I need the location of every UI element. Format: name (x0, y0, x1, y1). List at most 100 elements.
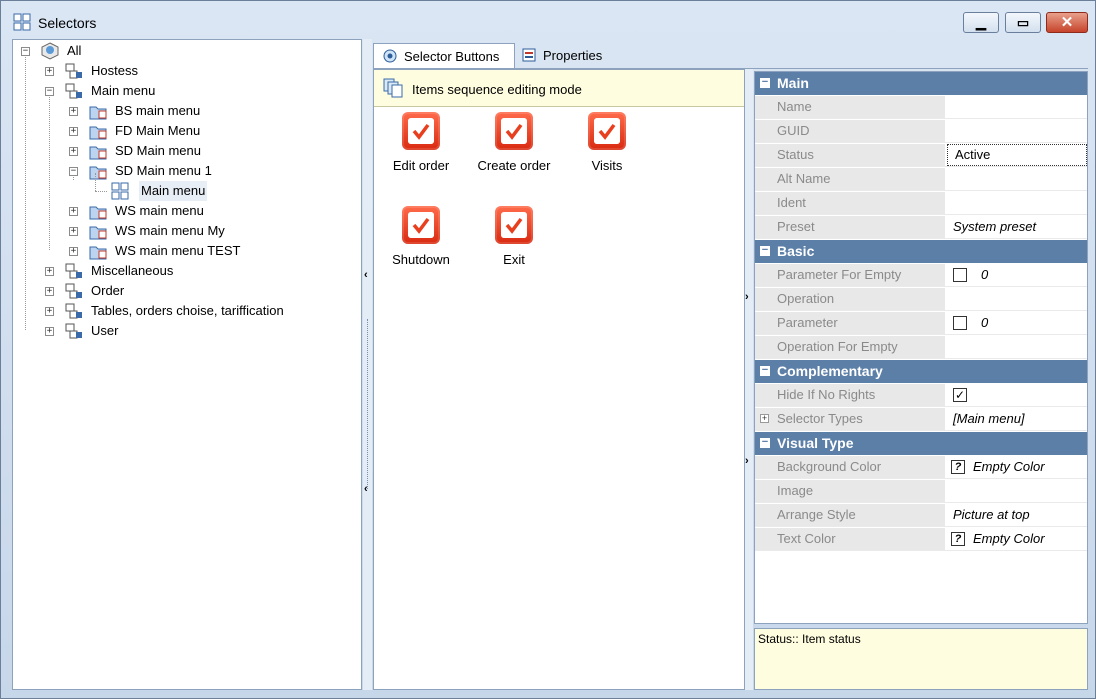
category-complementary[interactable]: − Complementary (755, 360, 1087, 383)
selector-button[interactable]: Edit order (376, 112, 466, 192)
expand-icon[interactable]: + (45, 67, 54, 76)
maximize-icon: ▭ (1016, 15, 1030, 30)
property-value[interactable]: System preset (947, 216, 1087, 238)
tree-item[interactable]: + Miscellaneous (13, 261, 353, 281)
property-value[interactable]: Active (947, 144, 1087, 166)
property-value-text (947, 99, 953, 114)
tree-item[interactable]: + WS main menu TEST (13, 241, 353, 261)
property-value[interactable] (947, 96, 1087, 118)
category-basic[interactable]: − Basic (755, 240, 1087, 263)
minimize-button[interactable]: ▁ (963, 12, 999, 33)
tree-item[interactable]: + User (13, 321, 353, 341)
property-row[interactable]: Arrange Style Picture at top (755, 504, 1087, 527)
selector-buttons-panel: Items sequence editing mode Edit order Cr… (373, 69, 745, 690)
collapse-icon[interactable]: − (760, 437, 770, 448)
tree-item[interactable]: − Main menu (13, 81, 353, 101)
tree-item[interactable]: + Order (13, 281, 353, 301)
property-row[interactable]: Preset System preset (755, 216, 1087, 239)
property-value[interactable] (947, 168, 1087, 190)
collapse-icon[interactable]: − (45, 87, 54, 96)
collapse-left-icon-2[interactable]: ‹ (364, 483, 368, 495)
tree-item[interactable]: − All (13, 41, 353, 61)
tree-item[interactable]: + Hostess (13, 61, 353, 81)
collapse-icon[interactable]: − (760, 365, 770, 376)
expand-icon[interactable]: + (69, 247, 78, 256)
property-row[interactable]: Selector Types + [Main menu] (755, 408, 1087, 431)
property-row[interactable]: Background Color? Empty Color (755, 456, 1087, 479)
selector-folder-icon (89, 202, 107, 220)
category-visual-type[interactable]: − Visual Type (755, 432, 1087, 455)
property-value[interactable]: ✓ (947, 384, 1087, 406)
tree-item[interactable]: + Tables, orders choise, tariffication (13, 301, 353, 321)
selector-button[interactable]: Exit (469, 206, 559, 286)
tree-item[interactable]: − SD Main menu 1 (13, 161, 353, 181)
expand-icon[interactable]: + (45, 267, 54, 276)
property-row[interactable]: Parameter 0 (755, 312, 1087, 335)
property-name: Ident (755, 192, 945, 214)
expand-icon[interactable]: + (69, 207, 78, 216)
collapse-left-icon[interactable]: ‹ (364, 269, 368, 281)
tree-item[interactable]: + SD Main menu (13, 141, 353, 161)
left-splitter[interactable]: ‹ ‹ (363, 39, 372, 690)
property-row[interactable]: Operation (755, 288, 1087, 311)
tab-selector-buttons[interactable]: Selector Buttons (373, 43, 515, 69)
expand-icon[interactable]: + (45, 287, 54, 296)
selector-button[interactable]: Visits (562, 112, 652, 192)
property-name: Background Color (755, 456, 945, 478)
property-value-text: Active (955, 147, 991, 162)
collapse-icon[interactable]: − (69, 167, 78, 176)
expand-icon[interactable]: + (69, 227, 78, 236)
expand-icon[interactable]: + (45, 307, 54, 316)
expand-icon[interactable]: + (69, 107, 78, 116)
property-value[interactable]: 0 (947, 264, 1087, 286)
collapse-right-icon[interactable]: › (745, 291, 749, 303)
collapse-icon[interactable]: − (21, 47, 30, 56)
property-row[interactable]: Alt Name (755, 168, 1087, 191)
maximize-button[interactable]: ▭ (1005, 12, 1041, 33)
property-row[interactable]: Name (755, 96, 1087, 119)
collapse-right-icon-2[interactable]: › (745, 455, 749, 467)
property-row[interactable]: Parameter For Empty 0 (755, 264, 1087, 287)
tab-properties[interactable]: Properties (513, 43, 623, 69)
property-row[interactable]: GUID (755, 120, 1087, 143)
selector-folder-icon (89, 242, 107, 260)
property-value[interactable]: [Main menu] (947, 408, 1087, 430)
checkbox[interactable] (953, 268, 967, 282)
property-value[interactable] (947, 120, 1087, 142)
checkbox[interactable] (953, 316, 967, 330)
tree-item[interactable]: + WS main menu My (13, 221, 353, 241)
right-splitter[interactable]: › › (745, 69, 753, 690)
expand-icon[interactable]: + (69, 147, 78, 156)
tree-item[interactable]: + FD Main Menu (13, 121, 353, 141)
property-value[interactable]: 0 (947, 312, 1087, 334)
expand-icon[interactable]: + (760, 414, 769, 423)
check-glyph (408, 212, 434, 238)
property-value[interactable]: ? Empty Color (947, 456, 1087, 478)
tree-item[interactable]: + BS main menu (13, 101, 353, 121)
property-value[interactable] (947, 480, 1087, 502)
property-value[interactable]: Picture at top (947, 504, 1087, 526)
selector-button[interactable]: Shutdown (376, 206, 466, 286)
expand-icon[interactable]: + (69, 127, 78, 136)
property-value[interactable]: ? Empty Color (947, 528, 1087, 550)
close-button[interactable]: ✕ (1046, 12, 1088, 33)
property-row[interactable]: Operation For Empty (755, 336, 1087, 359)
property-value[interactable] (947, 288, 1087, 310)
category-main[interactable]: − Main (755, 72, 1087, 95)
property-row[interactable]: Status Active (755, 144, 1087, 167)
property-row[interactable]: Ident (755, 192, 1087, 215)
property-row[interactable]: Image (755, 480, 1087, 503)
category-label: Complementary (777, 363, 883, 379)
property-value[interactable] (947, 192, 1087, 214)
collapse-icon[interactable]: − (760, 77, 770, 88)
collapse-icon[interactable]: − (760, 245, 770, 256)
property-value[interactable] (947, 336, 1087, 358)
property-row[interactable]: Hide If No Rights ✓ (755, 384, 1087, 407)
selectors-tree[interactable]: − All + Hostess − Main menu + BS main menu + FD M… (12, 39, 362, 690)
checkbox[interactable]: ✓ (953, 388, 967, 402)
tree-item[interactable]: Main menu (13, 173, 353, 201)
expand-icon[interactable]: + (45, 327, 54, 336)
tree-item[interactable]: + WS main menu (13, 201, 353, 221)
property-row[interactable]: Text Color? Empty Color (755, 528, 1087, 551)
selector-button[interactable]: Create order (469, 112, 559, 192)
